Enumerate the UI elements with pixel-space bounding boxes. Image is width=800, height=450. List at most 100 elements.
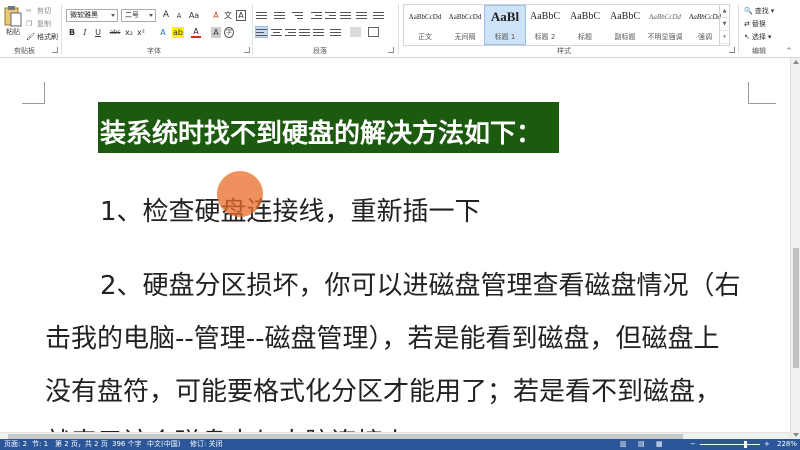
style-normal[interactable]: AaBbCcDd 正文 bbox=[405, 6, 445, 44]
font-name-value: 微软雅黑 bbox=[70, 11, 98, 19]
align-left-button[interactable] bbox=[255, 26, 268, 38]
mouse-cursor-highlight bbox=[217, 171, 263, 217]
change-case-button[interactable]: Aa bbox=[187, 10, 201, 21]
increase-indent-button[interactable] bbox=[325, 10, 336, 20]
style-name: 副标题 bbox=[614, 33, 636, 41]
clipboard-group-label: 剪贴板 bbox=[14, 47, 35, 55]
bold-button[interactable]: B bbox=[67, 27, 77, 38]
chevron-up-icon[interactable]: ▲ bbox=[720, 5, 729, 18]
web-layout-icon[interactable]: ▦ bbox=[656, 439, 663, 450]
enclose-chars-button[interactable]: 字 bbox=[224, 27, 234, 38]
crop-mark bbox=[748, 82, 749, 104]
copy-icon: ❐ bbox=[26, 20, 33, 28]
strikethrough-button[interactable]: abc bbox=[108, 27, 122, 38]
zoom-in-button[interactable]: + bbox=[764, 439, 770, 450]
status-language[interactable]: 中文(中国) bbox=[147, 439, 180, 450]
status-track-changes[interactable]: 修订: 关闭 bbox=[190, 439, 223, 450]
copy-button[interactable]: ❐ 复制 bbox=[26, 19, 51, 29]
collapse-ribbon-button[interactable]: ^ bbox=[786, 47, 792, 55]
superscript-button[interactable]: x² bbox=[136, 27, 146, 38]
paragraph-line: 1、检查硬盘连接线，重新插一下 bbox=[100, 197, 481, 227]
gallery-expand-icon[interactable]: ▾ bbox=[720, 31, 729, 44]
crop-mark bbox=[22, 103, 44, 104]
status-words[interactable]: 396 个字 bbox=[112, 439, 142, 450]
font-size-combo[interactable]: 二号 bbox=[121, 9, 156, 22]
style-sample: AaBl bbox=[490, 9, 520, 24]
zoom-slider-handle[interactable] bbox=[744, 441, 747, 448]
styles-group-label: 样式 bbox=[557, 47, 571, 55]
align-center-button[interactable] bbox=[271, 27, 282, 37]
horizontal-scrollbar[interactable] bbox=[0, 432, 790, 439]
text-effects-button[interactable]: A bbox=[158, 27, 168, 38]
styles-launcher[interactable] bbox=[729, 47, 735, 53]
status-pages[interactable]: 第 2 页，共 2 页 bbox=[55, 439, 108, 450]
chevron-down-icon: ▾ bbox=[770, 7, 775, 15]
style-heading-2[interactable]: AaBbC 标题 2 bbox=[525, 6, 565, 44]
styles-gallery: AaBbCcDd 正文 AaBbCcDd 无间隔 AaBl 标题 1 AaBbC… bbox=[403, 4, 730, 46]
print-layout-icon[interactable]: ▤ bbox=[638, 439, 645, 450]
style-subtitle[interactable]: AaBbC 副标题 bbox=[605, 6, 645, 44]
style-sample: AaBbC bbox=[570, 11, 600, 22]
scroll-up-arrow-icon[interactable] bbox=[793, 60, 799, 64]
justify-button[interactable] bbox=[299, 27, 310, 37]
font-color-button[interactable]: A bbox=[191, 27, 201, 38]
clipboard-icon bbox=[4, 6, 22, 27]
status-page[interactable]: 页面: 2 bbox=[4, 439, 27, 450]
read-mode-icon[interactable]: ▥ bbox=[620, 439, 627, 450]
style-name: 标题 bbox=[578, 33, 592, 41]
select-button[interactable]: ↖ 选择 ▾ bbox=[744, 32, 771, 42]
format-painter-button[interactable]: 🖌 格式刷 bbox=[26, 32, 58, 42]
distributed-button[interactable] bbox=[313, 27, 324, 37]
style-name: 无间隔 bbox=[454, 33, 476, 41]
scroll-thumb[interactable] bbox=[793, 248, 799, 368]
zoom-slider[interactable] bbox=[700, 444, 760, 445]
decrease-indent-button[interactable] bbox=[311, 10, 322, 20]
style-sample: AaBbCcDd bbox=[448, 13, 482, 21]
highlight-button[interactable]: ab bbox=[172, 27, 184, 38]
replace-button[interactable]: ⇄ 替换 bbox=[744, 19, 766, 29]
borders-button[interactable] bbox=[368, 27, 379, 37]
numbering-button[interactable] bbox=[274, 10, 285, 20]
phonetic-guide-button[interactable]: 文 bbox=[223, 10, 233, 21]
chevron-down-icon[interactable]: ▼ bbox=[720, 18, 729, 31]
multilevel-list-button[interactable] bbox=[292, 10, 303, 20]
vertical-scrollbar[interactable] bbox=[790, 58, 800, 439]
font-launcher[interactable] bbox=[244, 47, 250, 53]
show-marks-button[interactable] bbox=[373, 10, 384, 20]
font-size-value: 二号 bbox=[125, 11, 139, 19]
shrink-font-button[interactable]: A bbox=[174, 11, 184, 22]
chinese-layout-button[interactable] bbox=[340, 10, 351, 20]
line-spacing-button[interactable] bbox=[330, 27, 341, 37]
grow-font-button[interactable]: A bbox=[161, 10, 171, 21]
italic-button[interactable]: I bbox=[80, 27, 90, 38]
status-section[interactable]: 节: 1 bbox=[32, 439, 48, 450]
style-heading-1[interactable]: AaBl 标题 1 bbox=[484, 5, 526, 45]
clear-format-button[interactable]: A bbox=[211, 10, 221, 21]
underline-button[interactable]: U bbox=[93, 27, 103, 38]
paragraph-shading-button[interactable] bbox=[350, 27, 361, 37]
zoom-out-button[interactable]: − bbox=[690, 439, 696, 450]
paragraph-launcher[interactable] bbox=[388, 47, 394, 53]
style-title[interactable]: AaBbC 标题 bbox=[565, 6, 605, 44]
style-no-spacing[interactable]: AaBbCcDd 无间隔 bbox=[445, 6, 485, 44]
font-name-combo[interactable]: 微软雅黑 bbox=[66, 9, 118, 22]
paragraph-line: 击我的电脑--管理--磁盘管理），若是能看到磁盘，但磁盘上 bbox=[45, 324, 720, 354]
align-right-button[interactable] bbox=[285, 27, 296, 37]
style-subtle-emphasis[interactable]: AaBbCcDd 不明显强调 bbox=[645, 6, 685, 44]
sort-button[interactable] bbox=[356, 10, 367, 20]
scroll-down-arrow-icon[interactable] bbox=[793, 433, 799, 437]
divider bbox=[61, 4, 62, 54]
document-area[interactable]: 装系统时找不到硬盘的解决方法如下： 1、检查硬盘连接线，重新插一下 2、硬盘分区… bbox=[0, 58, 790, 439]
cut-button[interactable]: ✂ 剪切 bbox=[26, 6, 51, 16]
bullets-button[interactable] bbox=[256, 10, 267, 20]
style-name: 不明显强调 bbox=[647, 33, 683, 41]
subscript-button[interactable]: x₂ bbox=[124, 27, 134, 38]
char-shading-button[interactable]: A bbox=[211, 27, 221, 38]
scissors-icon: ✂ bbox=[26, 7, 32, 15]
char-border-button[interactable]: A bbox=[236, 10, 246, 21]
style-sample: AaBbC bbox=[530, 11, 560, 22]
clipboard-launcher[interactable] bbox=[52, 47, 58, 53]
style-name: 标题 2 bbox=[534, 33, 556, 41]
zoom-level[interactable]: 228% bbox=[777, 439, 797, 450]
find-button[interactable]: 🔍 查找 ▾ bbox=[744, 6, 774, 16]
